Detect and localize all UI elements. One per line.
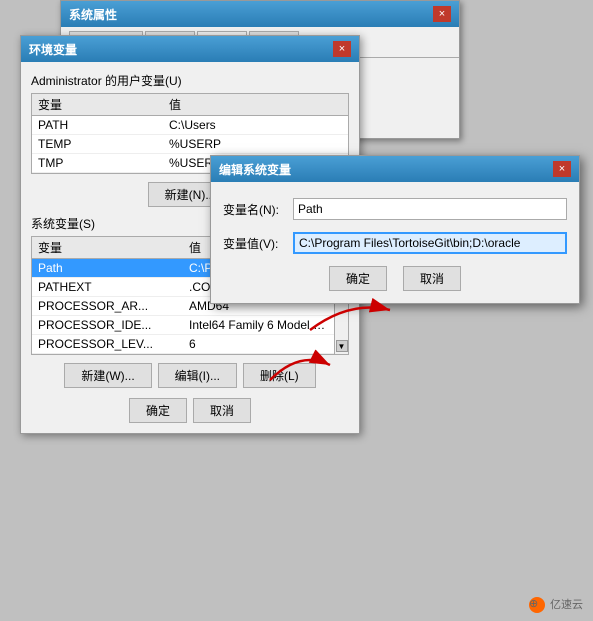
env-vars-titlebar: 环境变量 × <box>21 36 359 62</box>
var-value-input[interactable] <box>293 232 567 254</box>
edit-dialog-buttons: 确定 取消 <box>223 266 567 291</box>
var-value-row: 变量值(V): <box>223 232 567 254</box>
env-vars-title: 环境变量 <box>29 41 77 58</box>
sys-var-proc-id-name: PROCESSOR_IDE... <box>32 316 183 335</box>
var-name-input[interactable] <box>293 198 567 220</box>
edit-system-var-dialog: 编辑系统变量 × 变量名(N): 变量值(V): 确定 取消 <box>210 155 580 304</box>
table-row[interactable]: TEMP %USERP <box>32 135 348 154</box>
sys-var-proc-ar-name: PROCESSOR_AR... <box>32 297 183 316</box>
user-var-path-name: PATH <box>32 116 163 135</box>
sys-var-proc-id-val: Intel64 Family 6 Model 158 Stepping 9, .… <box>183 316 334 335</box>
system-props-title: 系统属性 <box>69 6 117 23</box>
sys-edit-button[interactable]: 编辑(I)... <box>158 363 237 388</box>
watermark-icon: ⊕ <box>529 597 545 613</box>
edit-confirm-button[interactable]: 确定 <box>329 266 387 291</box>
var-name-row: 变量名(N): <box>223 198 567 220</box>
env-vars-close-button[interactable]: × <box>333 41 351 57</box>
env-cancel-button[interactable]: 取消 <box>193 398 251 423</box>
sys-var-pathext-name: PATHEXT <box>32 278 183 297</box>
edit-dialog-title: 编辑系统变量 <box>219 161 291 178</box>
sys-var-path-name: Path <box>32 259 183 278</box>
user-var-temp-name: TEMP <box>32 135 163 154</box>
env-vars-bottom-buttons: 确定 取消 <box>31 398 349 423</box>
var-name-label: 变量名(N): <box>223 201 293 218</box>
user-var-temp-val: %USERP <box>163 135 348 154</box>
edit-dialog-close-button[interactable]: × <box>553 161 571 177</box>
edit-dialog-content: 变量名(N): 变量值(V): 确定 取消 <box>211 182 579 303</box>
edit-cancel-button[interactable]: 取消 <box>403 266 461 291</box>
sys-new-button[interactable]: 新建(W)... <box>64 363 151 388</box>
user-var-tmp-name: TMP <box>32 154 163 173</box>
system-props-titlebar: 系统属性 × <box>61 1 459 27</box>
user-vars-col-val: 值 <box>163 94 348 116</box>
sys-delete-button[interactable]: 删除(L) <box>243 363 316 388</box>
var-value-label: 变量值(V): <box>223 235 293 252</box>
sys-var-proc-lev-name: PROCESSOR_LEV... <box>32 335 183 354</box>
user-vars-label: Administrator 的用户变量(U) <box>31 72 349 89</box>
env-confirm-button[interactable]: 确定 <box>129 398 187 423</box>
system-vars-buttons: 新建(W)... 编辑(I)... 删除(L) <box>31 363 349 388</box>
watermark: ⊕ 亿速云 <box>529 596 583 613</box>
sys-vars-col-var: 变量 <box>32 237 183 259</box>
user-vars-col-var: 变量 <box>32 94 163 116</box>
system-props-close-button[interactable]: × <box>433 6 451 22</box>
table-row[interactable]: PATH C:\Users <box>32 116 348 135</box>
edit-dialog-titlebar: 编辑系统变量 × <box>211 156 579 182</box>
user-var-path-val: C:\Users <box>163 116 348 135</box>
table-row[interactable]: PROCESSOR_IDE... Intel64 Family 6 Model … <box>32 316 334 335</box>
table-row[interactable]: PROCESSOR_LEV... 6 <box>32 335 334 354</box>
sys-var-proc-lev-val: 6 <box>183 335 334 354</box>
watermark-text: 亿速云 <box>550 599 583 611</box>
